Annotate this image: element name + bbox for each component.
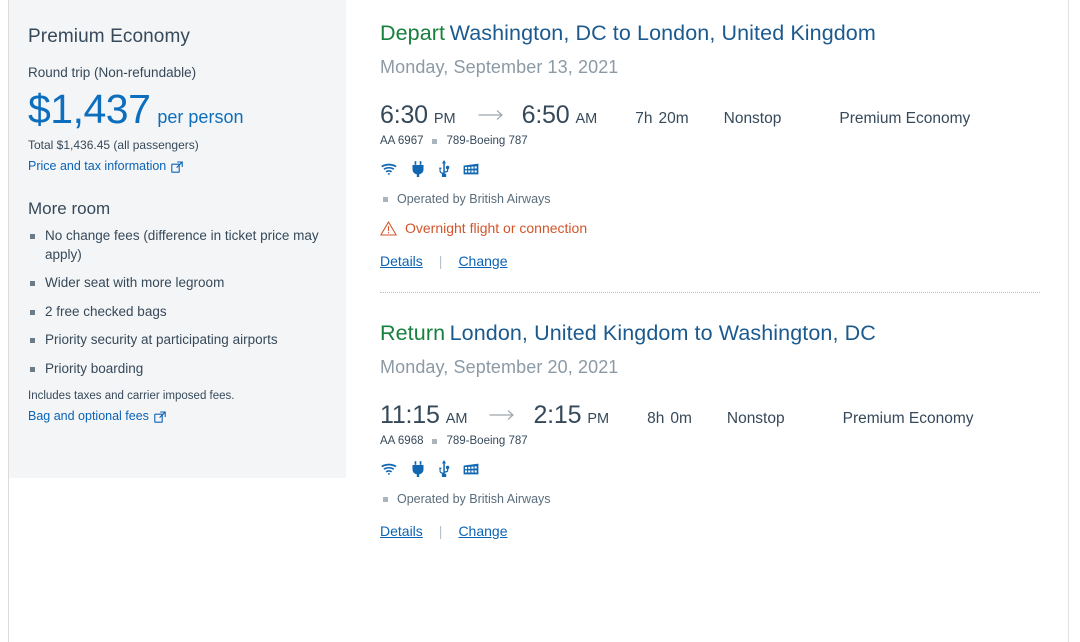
separator-square-icon (432, 138, 438, 144)
change-link-depart[interactable]: Change (458, 253, 507, 269)
departure-time: 11:15 (380, 401, 440, 429)
usb-port-icon (438, 460, 450, 477)
amenities-row-return (380, 460, 1040, 477)
segment-links-depart: Details | Change (380, 253, 1040, 269)
overnight-warning-depart: Overnight flight or connection (380, 220, 1040, 236)
flight-segment-depart: Depart Washington, DC to London, United … (380, 18, 1040, 269)
segment-date-depart: Monday, September 13, 2021 (380, 57, 619, 77)
price-and-tax-information-link[interactable]: Price and tax information (28, 157, 184, 175)
benefit-item: Priority boarding (28, 360, 322, 379)
operated-by-row-return: Operated by British Airways (380, 492, 1040, 506)
arrival-time-block: 2:15 PM (533, 401, 609, 430)
stops-label-return: Nonstop (726, 410, 785, 427)
cabin-title: Premium Economy (28, 26, 190, 47)
more-room-heading: More room (28, 199, 111, 218)
flight-number: AA 6967 (380, 135, 424, 147)
itinerary-main: Depart Washington, DC to London, United … (346, 0, 1068, 642)
departure-time: 6:30 (380, 101, 428, 129)
arrival-time: 6:50 (521, 101, 570, 129)
flight-meta-return: AA 6968 789-Boeing 787 (380, 435, 1040, 447)
details-link-depart[interactable]: Details (380, 253, 423, 269)
entertainment-icon (463, 162, 479, 176)
fare-summary-sidebar: Premium Economy Round trip (Non-refundab… (9, 0, 346, 478)
segment-header-depart: Depart Washington, DC to London, United … (380, 18, 1040, 51)
bag-fees-link-label: Bag and optional fees (28, 409, 149, 423)
segment-route-label: Washington, DC to London, United Kingdom (449, 21, 876, 45)
aircraft-type: 789-Boeing 787 (446, 135, 528, 147)
flight-duration-depart: 7h 20m (635, 110, 688, 128)
departure-meridiem: PM (433, 111, 456, 127)
details-link-return[interactable]: Details (380, 523, 423, 539)
arrow-right-icon (489, 406, 515, 426)
arrival-meridiem: AM (575, 111, 598, 127)
wifi-icon (380, 162, 398, 176)
segment-route-label: London, United Kingdom to Washington, DC (449, 321, 876, 345)
flight-duration-return: 8h 0m (647, 410, 692, 428)
duration-hours: 7h (635, 110, 653, 127)
frame-right-border (1068, 0, 1069, 642)
entertainment-icon (463, 462, 479, 476)
price-row: $1,437 per person (28, 84, 322, 134)
price-and-tax-link-label: Price and tax information (28, 159, 167, 173)
usb-port-icon (438, 160, 450, 177)
external-link-icon (154, 410, 166, 423)
departure-time-block: 11:15 AM (380, 401, 467, 430)
benefit-item: Wider seat with more legroom (28, 274, 322, 293)
link-separator: | (438, 253, 443, 269)
segment-divider (380, 292, 1040, 293)
benefit-item: No change fees (difference in ticket pri… (28, 227, 322, 264)
benefits-list: No change fees (difference in ticket pri… (28, 227, 322, 378)
departure-meridiem: AM (445, 411, 468, 427)
amenities-row-depart (380, 160, 1040, 177)
external-link-icon (171, 160, 184, 173)
flight-number: AA 6968 (380, 435, 424, 447)
warning-triangle-icon (380, 220, 397, 236)
itinerary-page: Premium Economy Round trip (Non-refundab… (0, 0, 1080, 642)
arrival-meridiem: PM (587, 411, 610, 427)
operated-by-label: Operated by British Airways (397, 192, 551, 206)
fee-note: Includes taxes and carrier imposed fees. (28, 390, 235, 402)
duration-minutes: 0m (670, 410, 692, 427)
wifi-icon (380, 462, 398, 476)
departure-time-block: 6:30 PM (380, 101, 456, 130)
flight-times-row-return: 11:15 AM 2:15 PM 8h 0m Nonstop Premium Ec… (380, 401, 1040, 430)
trip-type-label: Round trip (Non-refundable) (28, 65, 197, 80)
segment-direction-label: Return (380, 321, 446, 345)
power-outlet-icon (411, 160, 425, 177)
aircraft-type: 789-Boeing 787 (446, 435, 528, 447)
duration-hours: 8h (647, 410, 665, 427)
total-price-label: Total $1,436.45 (all passengers) (28, 138, 199, 152)
price-amount: $1,437 (28, 86, 151, 132)
overnight-warning-label: Overnight flight or connection (405, 220, 588, 236)
bullet-square-icon (383, 496, 388, 502)
flight-times-row-depart: 6:30 PM 6:50 AM 7h 20m Nonstop Premium Ec… (380, 101, 1040, 130)
arrival-time: 2:15 (533, 401, 582, 429)
operated-by-label: Operated by British Airways (397, 492, 551, 506)
stops-label-depart: Nonstop (723, 110, 782, 127)
flight-meta-depart: AA 6967 789-Boeing 787 (380, 135, 1040, 147)
bullet-square-icon (383, 196, 388, 202)
duration-minutes: 20m (658, 110, 689, 127)
arrow-right-icon (478, 106, 504, 126)
change-link-return[interactable]: Change (458, 523, 507, 539)
flight-segment-return: Return London, United Kingdom to Washing… (380, 318, 1040, 539)
benefit-item: Priority security at participating airpo… (28, 331, 322, 350)
segment-direction-label: Depart (380, 21, 446, 45)
cabin-label-return: Premium Economy (842, 410, 974, 427)
bag-and-optional-fees-link[interactable]: Bag and optional fees (28, 407, 166, 425)
segment-date-return: Monday, September 20, 2021 (380, 357, 619, 377)
link-separator: | (438, 523, 443, 539)
operated-by-row-depart: Operated by British Airways (380, 192, 1040, 206)
segment-links-return: Details | Change (380, 523, 1040, 539)
benefit-item: 2 free checked bags (28, 303, 322, 322)
price-unit-label: per person (157, 107, 244, 127)
arrival-time-block: 6:50 AM (522, 101, 598, 130)
separator-square-icon (432, 438, 438, 444)
segment-header-return: Return London, United Kingdom to Washing… (380, 318, 1040, 351)
power-outlet-icon (411, 460, 425, 477)
cabin-label-depart: Premium Economy (839, 110, 971, 127)
